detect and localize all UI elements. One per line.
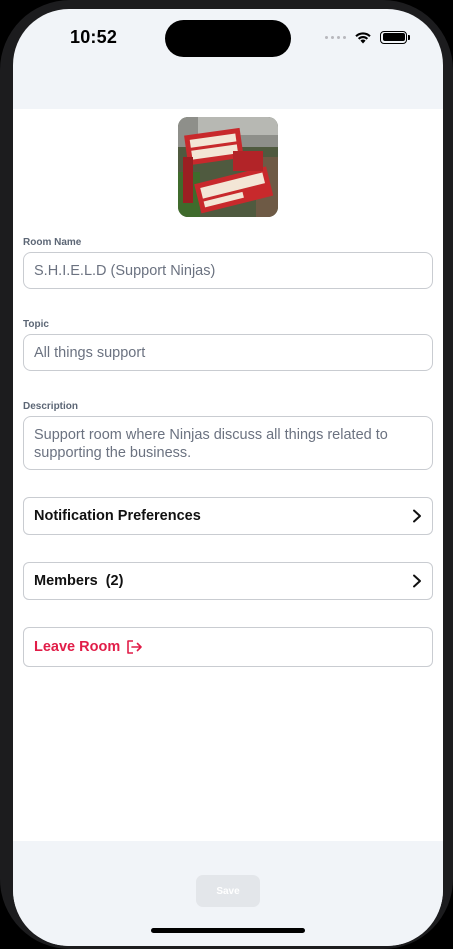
- status-bar: 10:52: [13, 9, 443, 65]
- bottom-bar: Save: [13, 841, 443, 946]
- members-label-group: Members (2): [34, 573, 123, 589]
- chevron-right-icon: [413, 509, 421, 523]
- save-button[interactable]: Save: [196, 875, 260, 907]
- dynamic-island: [165, 20, 291, 57]
- topic-label: Topic: [23, 319, 49, 330]
- leave-room-button[interactable]: Leave Room: [23, 627, 433, 667]
- signal-dots-icon: [325, 35, 346, 39]
- screen: 10:52 Room Name S.H.I.E.L.D (Support Nin…: [13, 9, 443, 946]
- members-button[interactable]: Members (2): [23, 562, 433, 600]
- topic-input[interactable]: All things support: [23, 334, 433, 371]
- status-icons: [325, 29, 410, 45]
- leave-room-label: Leave Room: [34, 639, 121, 655]
- device-frame: 10:52 Room Name S.H.I.E.L.D (Support Nin…: [0, 0, 453, 949]
- room-avatar-image[interactable]: [178, 117, 278, 217]
- description-label: Description: [23, 401, 79, 412]
- description-textarea[interactable]: Support room where Ninjas discuss all th…: [23, 416, 433, 470]
- status-time: 10:52: [70, 27, 118, 47]
- members-count: (2): [105, 573, 124, 589]
- room-name-input[interactable]: S.H.I.E.L.D (Support Ninjas): [23, 252, 433, 289]
- chevron-right-icon: [413, 574, 421, 588]
- notification-preferences-label: Notification Preferences: [34, 508, 201, 524]
- exit-icon: [127, 640, 143, 654]
- room-name-label: Room Name: [23, 237, 82, 248]
- members-label: Members: [34, 573, 98, 589]
- battery-icon: [380, 30, 410, 44]
- wifi-icon: [355, 31, 371, 43]
- room-settings-form: Room Name S.H.I.E.L.D (Support Ninjas) T…: [13, 109, 443, 841]
- home-indicator[interactable]: [151, 928, 305, 933]
- notification-preferences-button[interactable]: Notification Preferences: [23, 497, 433, 535]
